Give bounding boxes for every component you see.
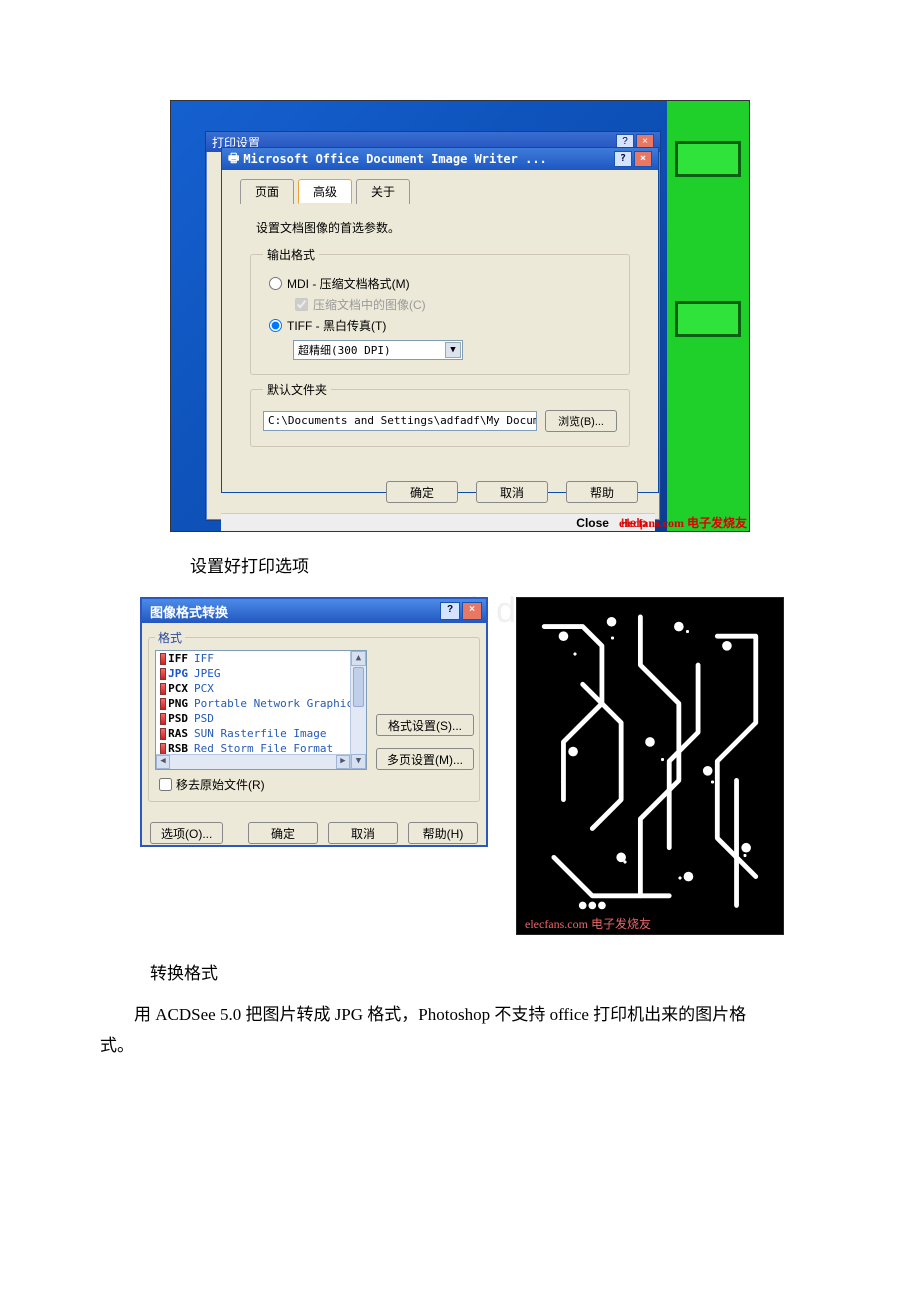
format-desc: PSD [194,712,214,725]
cancel-button[interactable]: 取消 [328,822,398,844]
close-label[interactable]: Close [576,516,609,530]
ok-button[interactable]: 确定 [386,481,458,503]
tab-panel: 设置文档图像的首选参数。 输出格式 MDI - 压缩文档格式(M) 压缩文档中的… [236,209,644,467]
default-folder-legend: 默认文件夹 [263,381,331,398]
dpi-dropdown[interactable]: 超精细(300 DPI) ▼ [293,340,463,360]
output-format-legend: 输出格式 [263,246,319,263]
remove-original-label: 移去原始文件(R) [176,776,265,793]
pcb-traces-icon [525,606,775,926]
remove-original-checkbox[interactable] [159,778,172,791]
format-ext: PCX [168,682,188,695]
dlg2-title-text: 图像格式转换 [150,602,228,621]
radio-tiff-label: TIFF - 黑白传真(T) [287,317,386,334]
scroll-left-icon[interactable]: ◀ [156,755,170,769]
format-ext: PSD [168,712,188,725]
statusbar: Close Help [221,513,655,531]
options-button[interactable]: 选项(O)... [150,822,223,844]
inner-titlebar: 🖶 Microsoft Office Document Image Writer… [222,148,658,170]
help-button[interactable]: 帮助 [566,481,638,503]
tab-advanced[interactable]: 高级 [298,179,352,204]
list-item[interactable]: PCX PCX [156,681,366,696]
help-icon[interactable]: ? [614,151,632,167]
dlg2-titlebar: 图像格式转换 ? × [142,599,486,623]
scroll-right-icon[interactable]: ▶ [336,755,350,769]
horizontal-scrollbar[interactable]: ◀ ▶ [156,754,350,769]
format-convert-dialog: 图像格式转换 ? × 格式 IFF IFF JPG JPEG PCX PCX PNG Port… [140,597,488,847]
file-icon [160,713,166,725]
inner-title-text: Microsoft Office Document Image Writer .… [243,152,546,166]
format-listbox[interactable]: IFF IFF JPG JPEG PCX PCX PNG Portable Network G… [155,650,367,770]
radio-tiff[interactable] [269,319,282,332]
format-ext: JPG [168,667,188,680]
vertical-scrollbar[interactable]: ▲ ▼ [350,651,366,769]
watermark-elecfans: elecfans.com 电子发烧友 [619,514,747,531]
tab-strip: 页面 高级 关于 [240,178,644,203]
panel-description: 设置文档图像的首选参数。 [256,219,632,236]
radio-mdi[interactable] [269,277,282,290]
help-icon[interactable]: ? [440,602,460,620]
chevron-down-icon: ▼ [445,342,461,358]
output-format-group: 输出格式 MDI - 压缩文档格式(M) 压缩文档中的图像(C) [250,246,630,375]
close-icon[interactable]: × [462,602,482,620]
list-item[interactable]: PNG Portable Network Graphics [156,696,366,711]
paragraph-acdsee: 用 ACDSee 5.0 把图片转成 JPG 格式，Photoshop 不支持 … [100,1000,780,1061]
format-legend: 格式 [155,629,185,646]
default-folder-group: 默认文件夹 C:\Documents and Settings\adfadf\M… [250,381,630,447]
format-desc: JPEG [194,667,221,680]
file-icon [160,683,166,695]
close-icon[interactable]: × [634,151,652,167]
radio-mdi-label: MDI - 压缩文档格式(M) [287,275,410,292]
format-desc: Portable Network Graphics [194,697,360,710]
file-icon [160,743,166,755]
inner-dialog: 🖶 Microsoft Office Document Image Writer… [221,147,659,493]
print-settings-screenshot: 打印设置 ? × 🖶 Microsoft Office Document Ima… [170,100,750,532]
format-desc: IFF [194,652,214,665]
file-icon [160,668,166,680]
checkbox-compress [295,298,308,311]
file-icon [160,653,166,665]
list-item[interactable]: PSD PSD [156,711,366,726]
pcb-decoration [667,101,749,531]
pcb-preview-image: elecfans.com 电子发烧友 [516,597,784,935]
scrollbar-thumb[interactable] [353,667,364,707]
help-button[interactable]: 帮助(H) [408,822,478,844]
file-icon [160,728,166,740]
multipage-settings-button[interactable]: 多页设置(M)... [376,748,474,770]
list-item[interactable]: IFF IFF [156,651,366,666]
folder-path-input[interactable]: C:\Documents and Settings\adfadf\My Docu… [263,411,537,431]
scroll-up-icon[interactable]: ▲ [351,651,366,666]
format-desc: SUN Rasterfile Image [194,727,326,740]
format-ext: IFF [168,652,188,665]
list-item[interactable]: RAS SUN Rasterfile Image [156,726,366,741]
format-settings-button[interactable]: 格式设置(S)... [376,714,474,736]
dpi-value: 超精细(300 DPI) [298,342,391,358]
tab-about[interactable]: 关于 [356,179,410,204]
tab-page[interactable]: 页面 [240,179,294,204]
format-ext: RAS [168,727,188,740]
caption-2: 转换格式 [150,959,840,984]
ok-button[interactable]: 确定 [248,822,318,844]
cancel-button[interactable]: 取消 [476,481,548,503]
format-desc: PCX [194,682,214,695]
browse-button[interactable]: 浏览(B)... [545,410,617,432]
dialog-footer: 确定 取消 帮助 [222,475,658,513]
caption-1: 设置好打印选项 [190,552,840,577]
format-ext: PNG [168,697,188,710]
checkbox-compress-label: 压缩文档中的图像(C) [313,296,426,313]
printer-icon: 🖶 [228,149,239,170]
watermark-elecfans: elecfans.com 电子发烧友 [525,915,651,932]
scroll-down-icon[interactable]: ▼ [351,754,366,769]
file-icon [160,698,166,710]
list-item[interactable]: JPG JPEG [156,666,366,681]
